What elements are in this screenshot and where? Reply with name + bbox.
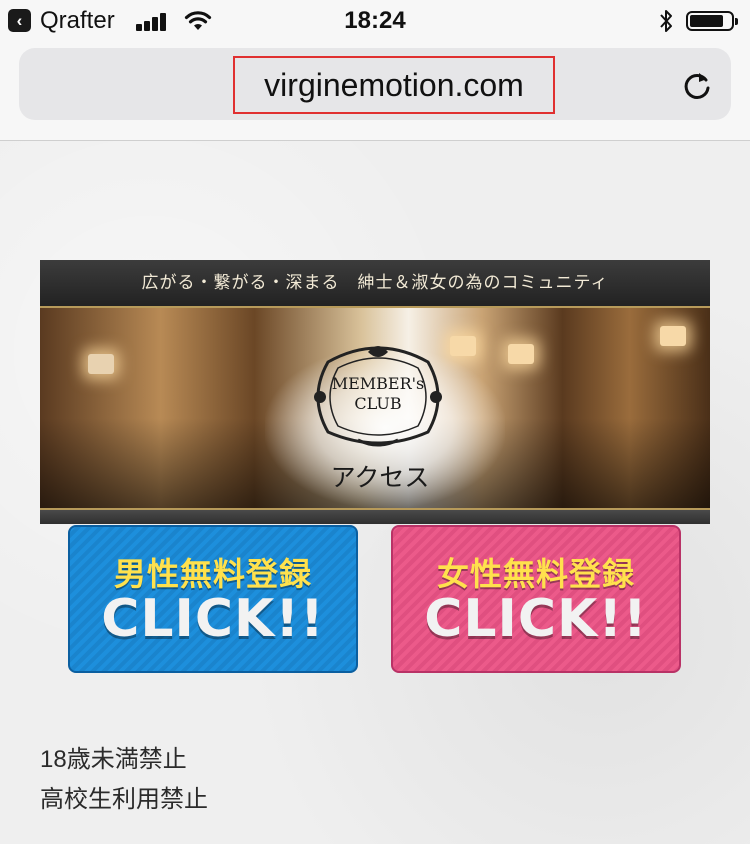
male-register-click: CLICK!! bbox=[101, 589, 325, 649]
club-line-2: CLUB bbox=[354, 394, 402, 413]
reload-icon[interactable] bbox=[680, 68, 714, 102]
bluetooth-icon bbox=[660, 10, 672, 32]
banner-footer bbox=[40, 508, 710, 524]
female-free-register-button[interactable]: 女性無料登録 CLICK!! bbox=[391, 525, 681, 673]
clock: 18:24 bbox=[344, 7, 406, 34]
address-bar[interactable]: virginemotion.com bbox=[19, 48, 731, 120]
lounge-photo: MEMBER's CLUB アクセス bbox=[40, 308, 710, 508]
browser-toolbar: virginemotion.com bbox=[0, 42, 750, 141]
banner-tagline: 広がる・繋がる・深まる 紳士＆淑女の為のコミュニティ bbox=[141, 273, 609, 293]
battery-icon bbox=[686, 11, 738, 31]
age-restriction-notice: 18歳未満禁止 bbox=[40, 746, 187, 773]
student-restriction-notice: 高校生利用禁止 bbox=[40, 786, 208, 813]
male-free-register-button[interactable]: 男性無料登録 CLICK!! bbox=[68, 525, 358, 673]
club-logo-text: MEMBER's CLUB bbox=[298, 374, 458, 414]
status-bar: ‹ Qrafter 18:24 bbox=[0, 0, 750, 42]
page-content: 広がる・繋がる・深まる 紳士＆淑女の為のコミュニティ MEMBER's CLUB… bbox=[0, 141, 750, 844]
club-line-1: MEMBER's bbox=[331, 374, 425, 393]
url-text[interactable]: virginemotion.com bbox=[233, 56, 555, 114]
access-label: アクセス bbox=[330, 463, 430, 492]
female-register-click: CLICK!! bbox=[424, 589, 648, 649]
banner-header: 広がる・繋がる・深まる 紳士＆淑女の為のコミュニティ bbox=[40, 260, 710, 308]
members-club-banner[interactable]: 広がる・繋がる・深まる 紳士＆淑女の為のコミュニティ MEMBER's CLUB… bbox=[40, 260, 710, 524]
